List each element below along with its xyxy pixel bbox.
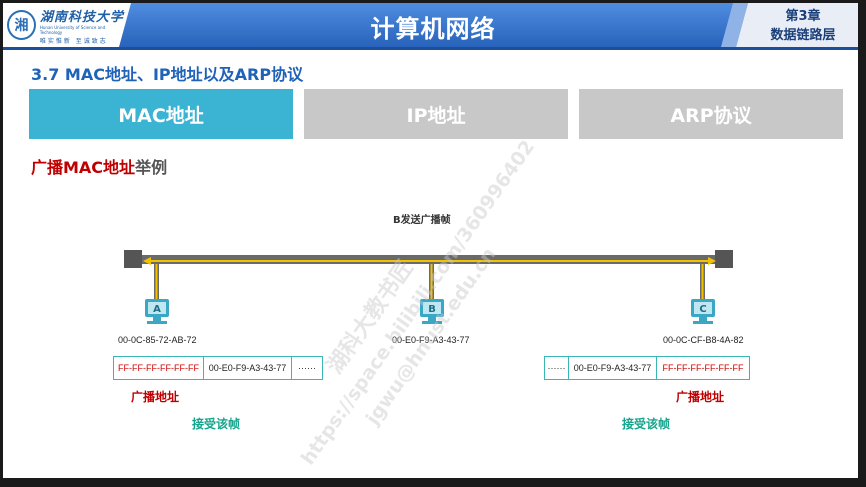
svg-text:C: C bbox=[699, 304, 706, 315]
bus-terminator-right bbox=[715, 250, 733, 268]
frame-source-mac: 00-E0-F9-A3-43-77 bbox=[569, 357, 657, 379]
svg-text:A: A bbox=[153, 304, 161, 315]
frame-dest-broadcast: FF-FF-FF-FF-FF-FF bbox=[662, 363, 744, 373]
frame-rest: ······ bbox=[545, 357, 569, 379]
broadcast-address-label-a: 广播地址 bbox=[131, 390, 180, 404]
network-diagram: A B C bbox=[124, 250, 733, 324]
computer-a-icon: A bbox=[145, 299, 169, 324]
accept-frame-label-a: 接受该帧 bbox=[192, 417, 241, 431]
host-a-mac: 00-0C-85-72-AB-72 bbox=[118, 335, 197, 345]
frame-at-host-c: ······ 00-E0-F9-A3-43-77 FF-FF-FF-FF-FF-… bbox=[544, 356, 750, 380]
frame-dest-broadcast: FF-FF-FF-FF-FF-FF bbox=[114, 357, 204, 379]
bus-terminator-left bbox=[124, 250, 142, 268]
bus-cable bbox=[132, 255, 726, 264]
frame-at-host-a: FF-FF-FF-FF-FF-FF 00-E0-F9-A3-43-77 ····… bbox=[113, 356, 323, 380]
computer-b-icon: B bbox=[420, 299, 444, 324]
accept-frame-label-c: 接受该帧 bbox=[622, 417, 671, 431]
slide: 湘 湖南科技大学 Hunan University of Science and… bbox=[3, 3, 858, 478]
frame-source-mac: 00-E0-F9-A3-43-77 bbox=[204, 357, 292, 379]
svg-text:B: B bbox=[428, 304, 436, 315]
frame-rest: ······ bbox=[298, 363, 316, 373]
host-c-mac: 00-0C-CF-B8-4A-82 bbox=[663, 335, 744, 345]
computer-c-icon: C bbox=[691, 299, 715, 324]
broadcast-address-label-c: 广播地址 bbox=[676, 390, 725, 404]
host-b-mac: 00-E0-F9-A3-43-77 bbox=[392, 335, 470, 345]
